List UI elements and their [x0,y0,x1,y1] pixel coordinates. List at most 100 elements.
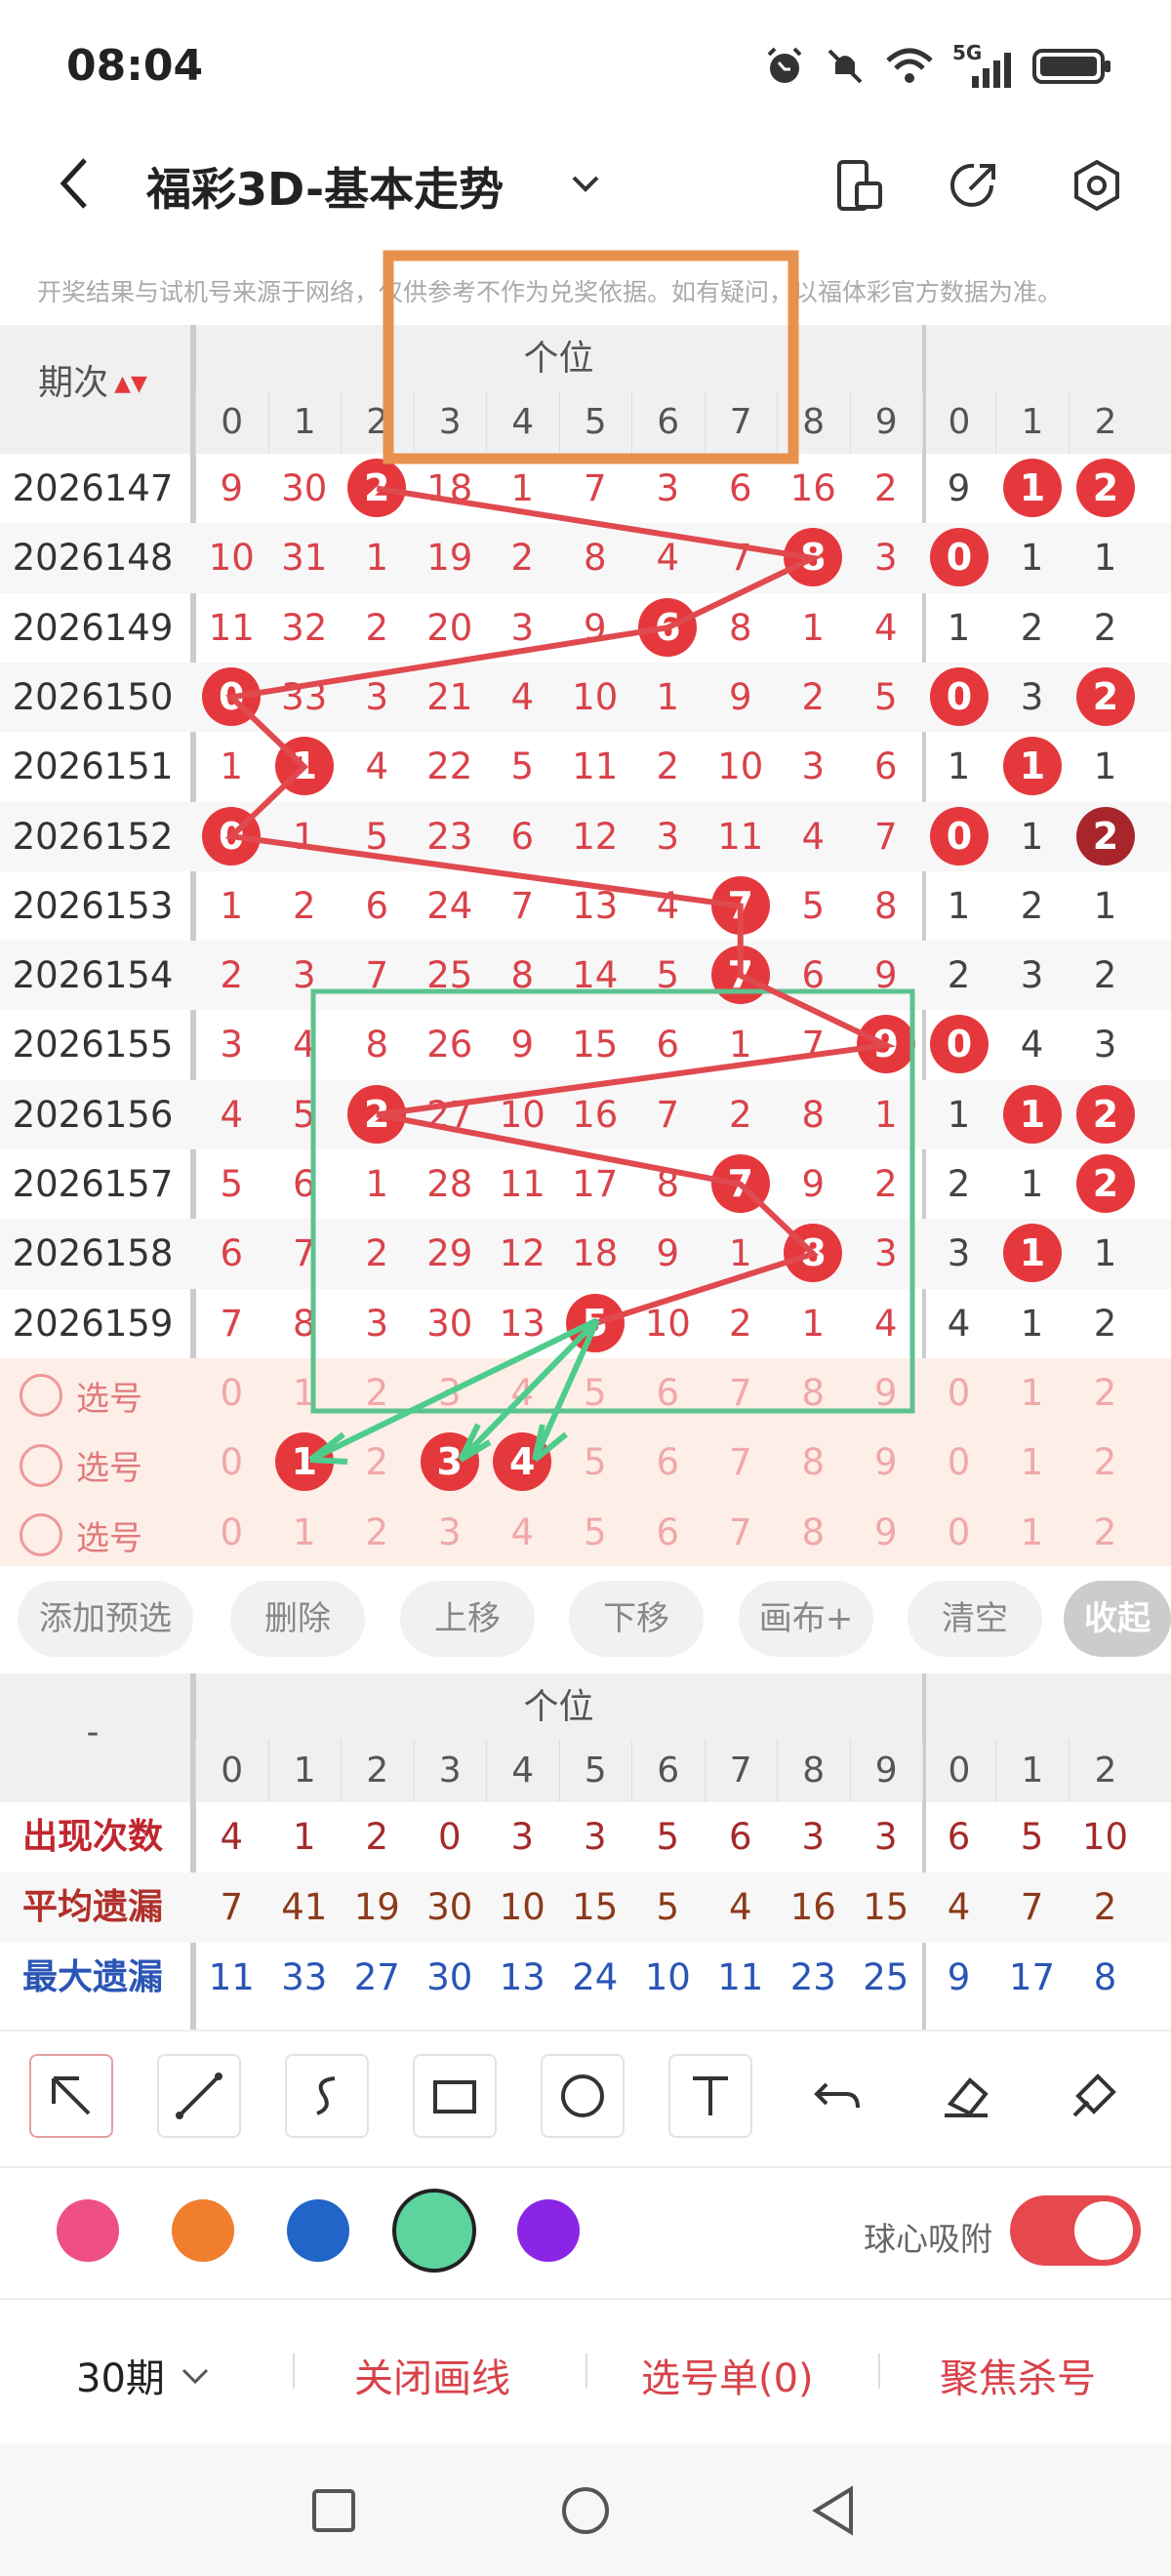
action-button[interactable]: 添加预选 [18,1581,193,1657]
stats-cell: 33 [281,1956,328,1998]
stats-label: 出现次数 [21,1817,163,1857]
stats-cell: 2 [1093,1886,1117,1928]
ticket-button[interactable]: 选号单(0) [641,2347,814,2403]
group-label: 个位 [523,1687,594,1727]
text-icon [693,2076,728,2115]
stats-cell: 10 [1081,1816,1129,1858]
system-nav-bar [0,2444,1171,2576]
stats-cell: 3 [510,1816,535,1858]
arrow-icon [52,2076,91,2115]
stats-cell: 0 [437,1816,462,1858]
freehand-tool[interactable] [285,2054,369,2138]
stats-cell: 7 [1020,1886,1044,1928]
circle-icon [561,2074,604,2117]
stats-cell: 17 [1008,1956,1056,1998]
digit-header: 7 [704,1740,778,1802]
text-tool[interactable] [668,2054,752,2138]
stats-cell: 4 [220,1816,244,1858]
digit-header: 9 [849,1740,923,1802]
undo-tool[interactable] [796,2054,880,2138]
stats-table: - 个位 0 1 2 3 4 5 6 7 8 9 0 1 2 出现次数 4 1 2 0 3 3 5 6 3 3 6 5 10 平均遗漏 7 4… [0,1673,1171,2030]
clear-tool[interactable] [1052,2054,1136,2138]
drawn-green-arrows [308,1317,600,1465]
action-button[interactable]: 下移 [569,1581,704,1657]
stats-cell: 2 [365,1816,389,1858]
stats-cell: 6 [728,1816,752,1858]
drawn-orange-rectangle [383,250,799,464]
action-button[interactable]: 删除 [230,1581,365,1657]
line-tool[interactable] [157,2054,241,2138]
stats-cell: 27 [353,1956,400,1998]
drawing-overlay[interactable] [0,0,1171,1566]
snap-toggle[interactable] [1010,2195,1141,2266]
period-select[interactable]: 30期 [76,2347,213,2403]
digit-header: 1 [995,1740,1069,1802]
snap-label: 球心吸附 [864,2220,992,2258]
trend-line [224,485,897,1327]
stats-cell: 15 [863,1886,909,1928]
stats-cell: 25 [863,1956,909,1998]
action-button[interactable]: 画布+ [739,1581,873,1657]
stats-label: 最大遗漏 [21,1957,163,1997]
stats-cell: 30 [426,1956,473,1998]
stats-label: 平均遗漏 [21,1887,163,1927]
clear-icon [1072,2073,1116,2117]
digit-header: 1 [267,1740,342,1802]
stats-cell: 6 [947,1816,971,1858]
color-swatch[interactable] [57,2199,119,2262]
stats-cell: 5 [656,1886,680,1928]
stats-cell: 41 [281,1886,328,1928]
eraser-icon [945,2077,989,2117]
back-nav-icon[interactable] [810,2485,857,2536]
stats-cell: 15 [572,1886,619,1928]
rect-icon [433,2080,476,2113]
stats-cell: 10 [644,1956,691,1998]
color-swatch[interactable] [172,2199,234,2262]
focus-kill-button[interactable]: 聚焦杀号 [940,2347,1096,2403]
arrow-tool[interactable] [29,2054,113,2138]
digit-header: 2 [341,1740,414,1802]
circle-tool[interactable] [541,2054,625,2138]
stats-cell: 13 [499,1956,545,1998]
stats-cell: 3 [873,1816,898,1858]
digit-header: 6 [631,1740,705,1802]
action-button[interactable]: 收起 [1064,1581,1171,1657]
stats-cell: 16 [789,1886,836,1928]
stats-cell: 1 [292,1816,316,1858]
stats-dash: - [86,1712,100,1752]
digit-header: 0 [195,1740,268,1802]
digit-header: 2 [1069,1740,1142,1802]
action-button[interactable]: 上移 [400,1581,535,1657]
stats-cell: 4 [728,1886,752,1928]
color-swatch[interactable] [392,2189,476,2273]
digit-header: 4 [486,1740,559,1802]
line-icon [176,2073,222,2119]
digit-header: 5 [558,1740,632,1802]
stats-cell: 5 [656,1816,680,1858]
home-icon[interactable] [560,2485,611,2536]
chevron-down-icon [182,2368,208,2385]
stats-cell: 5 [1020,1816,1044,1858]
recents-icon[interactable] [310,2487,357,2534]
close-drawing-button[interactable]: 关闭画线 [354,2347,510,2403]
stats-cell: 7 [220,1886,244,1928]
stats-cell: 8 [1093,1956,1117,1998]
stats-cell: 11 [717,1956,764,1998]
stats-cell: 3 [583,1816,607,1858]
stats-cell: 9 [947,1956,971,1998]
eraser-tool[interactable] [924,2054,1008,2138]
stats-cell: 4 [947,1886,971,1928]
rect-tool[interactable] [413,2054,497,2138]
stats-cell: 10 [499,1886,545,1928]
digit-header: 3 [413,1740,487,1802]
color-swatch[interactable] [517,2199,580,2262]
freehand-icon [316,2076,336,2115]
color-swatch[interactable] [287,2199,349,2262]
digit-header: 8 [777,1740,850,1802]
undo-icon [814,2082,860,2109]
stats-cell: 23 [789,1956,836,1998]
action-button[interactable]: 清空 [908,1581,1042,1657]
stats-cell: 11 [208,1956,255,1998]
stats-cell: 30 [426,1886,473,1928]
stats-cell: 19 [353,1886,400,1928]
